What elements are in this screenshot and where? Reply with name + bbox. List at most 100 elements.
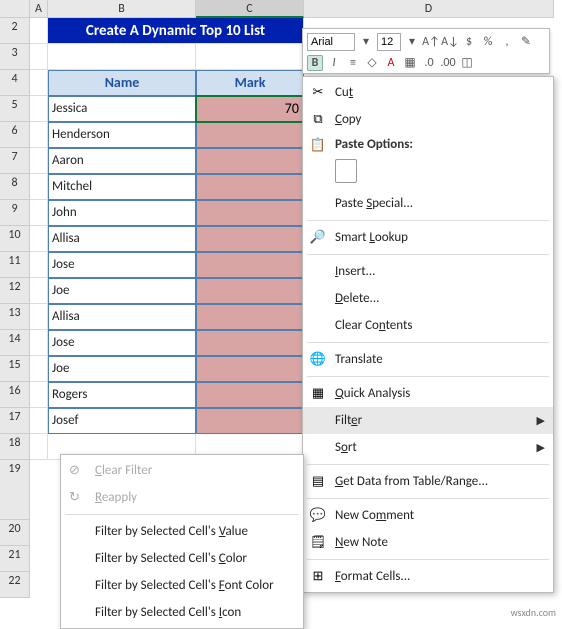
size-dropdown-icon[interactable]: ▾ — [404, 34, 420, 50]
row-header-6[interactable]: 6 — [0, 122, 30, 148]
row-header-14[interactable]: 14 — [0, 330, 30, 356]
submenu-filter-value[interactable]: Filter by Selected Cell's Value — [61, 518, 303, 545]
cell-a2[interactable] — [30, 18, 48, 44]
name-cell[interactable]: Allisa — [48, 226, 196, 252]
col-header-d[interactable]: D — [304, 0, 554, 18]
row-header-21[interactable]: 21 — [0, 546, 30, 572]
comment-icon: 💬 — [310, 508, 326, 524]
copy-icon: ⧉ — [310, 112, 326, 128]
mark-cell[interactable] — [196, 226, 304, 252]
submenu-filter-color[interactable]: Filter by Selected Cell's Color — [61, 545, 303, 572]
row-header-16[interactable]: 16 — [0, 382, 30, 408]
mark-cell[interactable] — [196, 330, 304, 356]
name-cell[interactable]: Jose — [48, 330, 196, 356]
comma-icon[interactable]: , — [499, 34, 515, 50]
mark-cell[interactable] — [196, 278, 304, 304]
currency-icon[interactable]: $ — [461, 34, 477, 50]
row-header-17[interactable]: 17 — [0, 408, 30, 434]
row-header-5[interactable]: 5 — [0, 96, 30, 122]
row-header-9[interactable]: 9 — [0, 200, 30, 226]
menu-paste-special[interactable]: Paste Special... — [303, 190, 553, 217]
menu-clear-contents[interactable]: Clear Contents — [303, 312, 553, 339]
fill-color-icon[interactable]: ◇ — [364, 55, 380, 71]
cell-a3[interactable] — [30, 44, 48, 70]
submenu-filter-font-color[interactable]: Filter by Selected Cell's Font Color — [61, 572, 303, 599]
row-header-10[interactable]: 10 — [0, 226, 30, 252]
title-cell[interactable]: Create A Dynamic Top 10 List — [48, 18, 304, 44]
menu-smart-lookup[interactable]: 🔎Smart Lookup — [303, 224, 553, 251]
name-cell[interactable]: Josef — [48, 408, 196, 434]
menu-cut[interactable]: ✂Cut — [303, 79, 553, 106]
bold-button[interactable]: B — [307, 55, 323, 71]
mark-cell[interactable] — [196, 252, 304, 278]
row-header-8[interactable]: 8 — [0, 174, 30, 200]
menu-sort[interactable]: Sort▶ — [303, 434, 553, 461]
decrease-font-icon[interactable]: A↓ — [442, 34, 458, 50]
font-dropdown-icon[interactable]: ▾ — [358, 34, 374, 50]
format-painter-icon[interactable]: ✎ — [518, 34, 534, 50]
name-cell[interactable]: Jessica — [48, 96, 196, 122]
header-mark[interactable]: Mark — [196, 70, 304, 96]
menu-filter[interactable]: Filter▶ — [303, 407, 553, 434]
row-header-22[interactable]: 22 — [0, 572, 30, 598]
name-cell[interactable]: Rogers — [48, 382, 196, 408]
paste-default-icon[interactable] — [335, 159, 357, 183]
name-cell[interactable]: Henderson — [48, 122, 196, 148]
align-button[interactable]: ≡ — [345, 55, 361, 71]
menu-get-data[interactable]: ▤Get Data from Table/Range... — [303, 468, 553, 495]
row-header-12[interactable]: 12 — [0, 278, 30, 304]
mark-cell-active[interactable]: 70 — [196, 96, 304, 122]
font-size-input[interactable] — [377, 33, 401, 51]
name-cell[interactable]: Aaron — [48, 148, 196, 174]
header-name[interactable]: Name — [48, 70, 196, 96]
mark-cell[interactable] — [196, 382, 304, 408]
row-header-13[interactable]: 13 — [0, 304, 30, 330]
col-header-a[interactable]: A — [30, 0, 48, 18]
mark-cell[interactable] — [196, 148, 304, 174]
menu-copy[interactable]: ⧉Copy — [303, 106, 553, 133]
italic-button[interactable]: I — [326, 55, 342, 71]
row-header-corner[interactable] — [0, 0, 30, 18]
menu-insert[interactable]: Insert... — [303, 258, 553, 285]
mark-cell[interactable] — [196, 356, 304, 382]
reapply-icon: ↻ — [69, 490, 85, 506]
menu-new-note[interactable]: 🗒New Note — [303, 529, 553, 556]
name-cell[interactable]: Allisa — [48, 304, 196, 330]
name-cell[interactable]: Joe — [48, 356, 196, 382]
submenu-separator — [65, 514, 299, 515]
borders-icon[interactable]: ▦ — [402, 55, 418, 71]
row-header-20[interactable]: 20 — [0, 520, 30, 546]
row-header-7[interactable]: 7 — [0, 148, 30, 174]
col-header-c[interactable]: C — [196, 0, 304, 18]
row-header-15[interactable]: 15 — [0, 356, 30, 382]
decimal-increase-icon[interactable]: .00 — [440, 55, 456, 71]
name-cell[interactable]: Jose — [48, 252, 196, 278]
mark-cell[interactable] — [196, 304, 304, 330]
row-header-2[interactable]: 2 — [0, 18, 30, 44]
font-color-icon[interactable]: A — [383, 55, 399, 71]
row-header-11[interactable]: 11 — [0, 252, 30, 278]
name-cell[interactable]: Joe — [48, 278, 196, 304]
decimal-decrease-icon[interactable]: .0 — [421, 55, 437, 71]
percent-icon[interactable]: % — [480, 34, 496, 50]
mark-cell[interactable] — [196, 408, 304, 434]
menu-translate[interactable]: 🌐Translate — [303, 346, 553, 373]
mark-cell[interactable] — [196, 174, 304, 200]
row-header-19[interactable]: 19 — [0, 460, 30, 520]
mark-cell[interactable] — [196, 122, 304, 148]
row-header-3[interactable]: 3 — [0, 44, 30, 70]
merge-icon[interactable]: ◫ — [459, 55, 475, 71]
menu-quick-analysis[interactable]: ▦Quick Analysis — [303, 380, 553, 407]
row-header-18[interactable]: 18 — [0, 434, 30, 460]
col-header-b[interactable]: B — [48, 0, 196, 18]
name-cell[interactable]: Mitchel — [48, 174, 196, 200]
increase-font-icon[interactable]: A↑ — [423, 34, 439, 50]
mark-cell[interactable] — [196, 200, 304, 226]
submenu-filter-icon[interactable]: Filter by Selected Cell's Icon — [61, 599, 303, 626]
font-input[interactable] — [307, 33, 355, 51]
name-cell[interactable]: John — [48, 200, 196, 226]
menu-new-comment[interactable]: 💬New Comment — [303, 502, 553, 529]
menu-format-cells[interactable]: ⊞Format Cells... — [303, 563, 553, 590]
row-header-4[interactable]: 4 — [0, 70, 30, 96]
menu-delete[interactable]: Delete... — [303, 285, 553, 312]
